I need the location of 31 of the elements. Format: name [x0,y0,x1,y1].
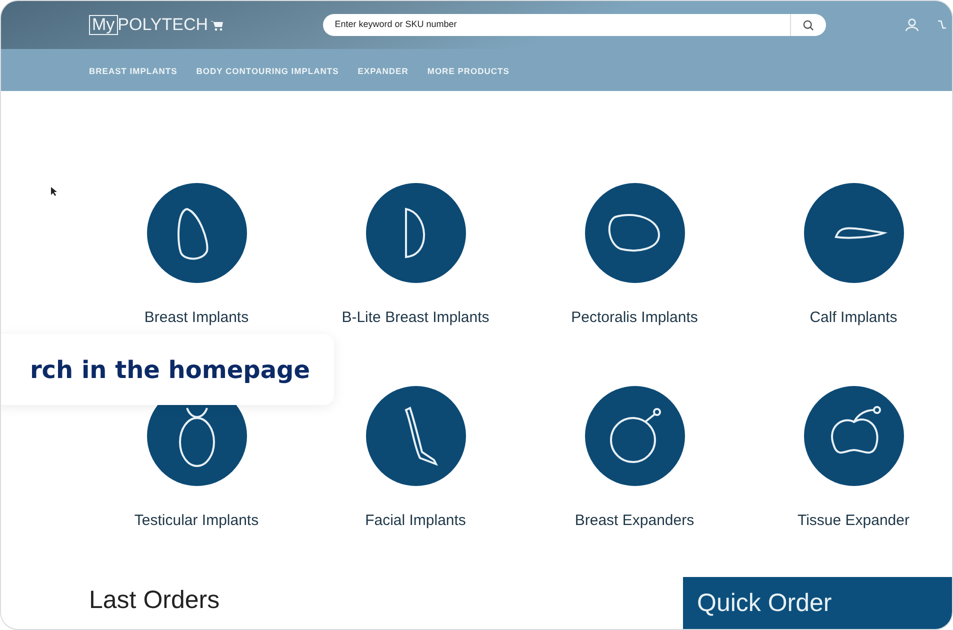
category-tile[interactable]: Calf Implants [744,183,952,330]
category-label: Breast Expanders [574,510,694,530]
logo[interactable]: My POLYTECH [89,12,323,38]
category-label: Breast Implants [144,308,249,328]
implant-icon [804,183,904,283]
category-label: Calf Implants [810,308,898,328]
cursor-icon [51,187,57,196]
search-field[interactable]: Enter keyword or SKU number [322,18,790,32]
implant-icon [366,386,466,486]
category-tile[interactable]: Breast Implants [87,183,306,330]
implant-icon [146,183,246,283]
search-icon [803,20,814,30]
category-label: Testicular Implants [134,510,259,530]
category-tile[interactable]: Breast Expanders [525,386,744,532]
callout-text: rch in the homepage [30,354,310,386]
category-tile[interactable]: Facial Implants [306,386,525,532]
section-title: Last Orders [89,584,220,616]
user-icon[interactable] [905,18,920,32]
category-tile[interactable]: B-Lite Breast Implants [306,183,525,330]
implant-icon [584,183,684,283]
category-tile[interactable]: Tissue Expander [744,386,952,532]
category-label: B-Lite Breast Implants [342,308,490,328]
category-label: Facial Implants [365,510,466,530]
implant-icon [584,386,684,486]
implant-icon [366,183,466,283]
panel-title: Quick Order [697,589,832,617]
category-tile[interactable]: Pectoralis Implants [525,183,744,330]
category-label: Tissue Expander [797,510,910,530]
category-label: Pectoralis Implants [571,308,698,328]
search-bar[interactable]: Enter keyword or SKU number [322,14,826,36]
implant-icon [804,386,904,486]
